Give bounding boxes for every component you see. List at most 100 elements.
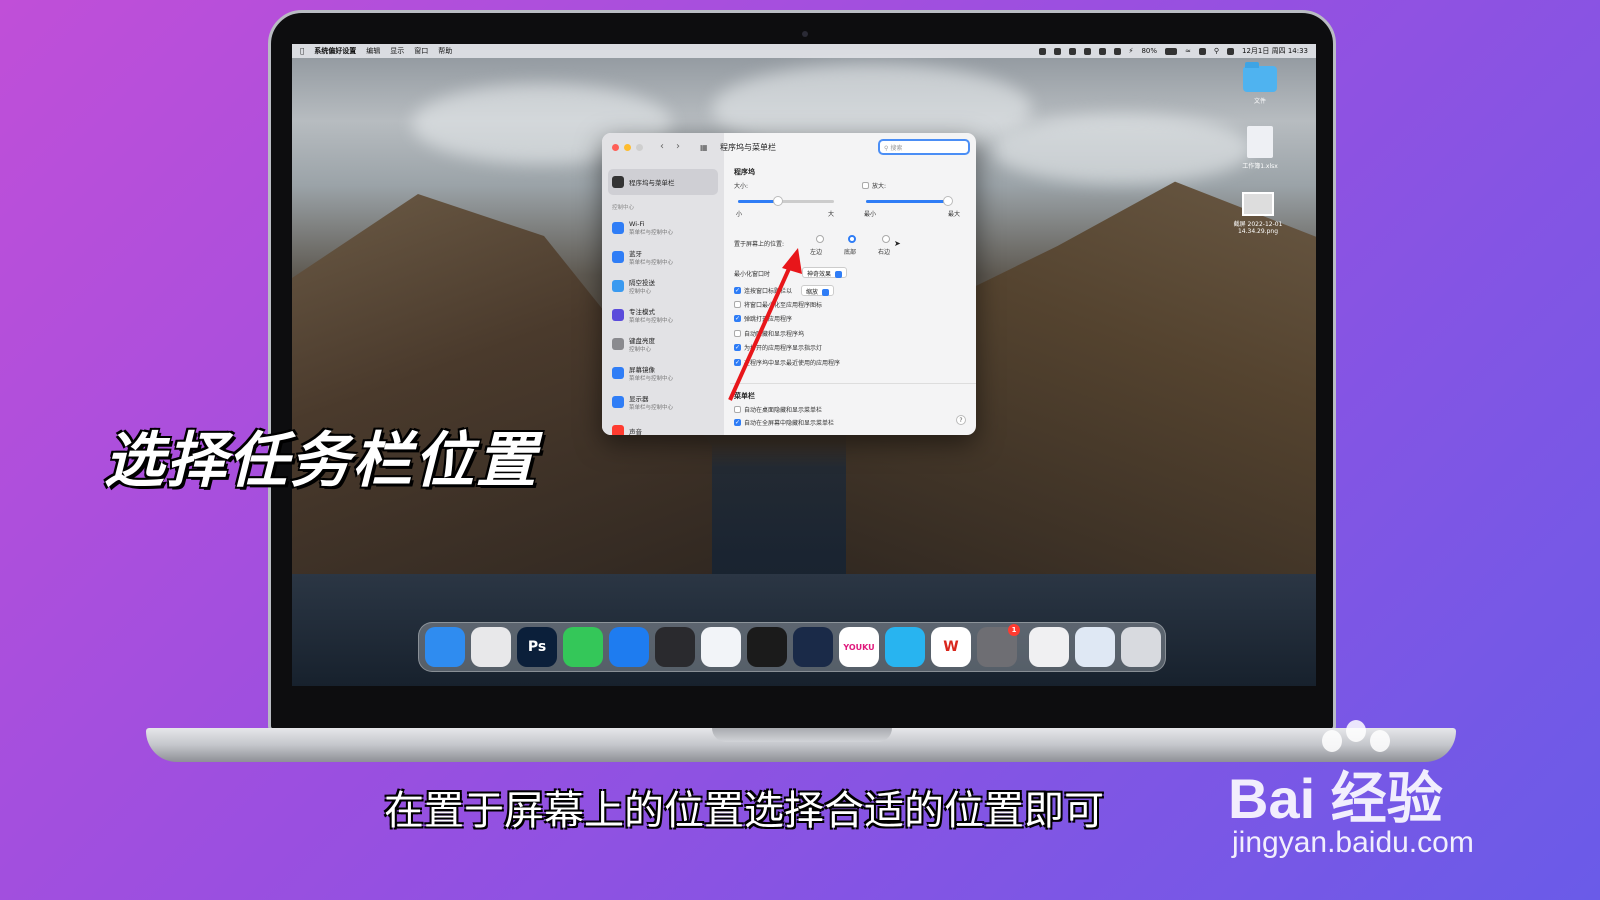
control-center-icon[interactable] [1227,47,1235,55]
desktop-folder[interactable]: 文件 [1240,62,1280,105]
safari-icon[interactable] [609,627,649,667]
dock-section-heading: 程序坞 [734,168,755,176]
dock-app-label: YOUKU [843,642,875,652]
status-icon[interactable] [1053,47,1061,55]
search-icon: ⚲ [884,145,889,152]
quicktime-icon[interactable] [655,627,695,667]
minimize-button[interactable] [624,144,631,151]
menu-window[interactable]: 窗口 [414,46,428,56]
camera [802,31,808,37]
position-right-label: 右边 [878,249,891,256]
sidebar-item[interactable]: 显示器 菜单栏与控制中心 [608,389,718,415]
wps-icon[interactable]: W [931,627,971,667]
dock-apps: Ps YOUKU W 1 [425,624,1020,667]
menu-datetime[interactable]: 12月1日 周四 14:33 [1242,46,1308,56]
desktop-xlsx-file[interactable]: 工作簿1.xlsx [1240,126,1280,170]
dock-app-label: Ps [527,639,547,655]
menu-bar:  系统偏好设置 编辑 显示 窗口 帮助 ⚡ 80% ≈ ⚲ 12月1日 周四 … [292,44,1316,58]
sidebar-item-icon [612,396,624,408]
menu-app-name[interactable]: 系统偏好设置 [314,46,356,56]
recent-document-icon[interactable] [1075,627,1115,667]
qq-icon[interactable] [747,627,787,667]
title-caption: 选择任务栏位置 [104,426,538,496]
desktop-icon-label: 工作簿1.xlsx [1242,163,1278,170]
recent-window-icon[interactable] [1029,627,1069,667]
checkbox[interactable] [734,406,741,413]
sidebar-item-label: 专注模式 [629,308,655,316]
sidebar-item[interactable]: 屏幕镜像 菜单栏与控制中心 [608,360,718,386]
sidebar-item[interactable]: 蓝牙 菜单栏与控制中心 [608,244,718,270]
show-all-grid-icon[interactable]: ▦ [700,143,708,152]
size-min-label: 小 [736,211,743,218]
checkbox[interactable]: ✓ [734,419,741,426]
magnify-label: 放大: [872,183,887,190]
finder-icon[interactable] [425,627,465,667]
menu-help[interactable]: 帮助 [438,46,452,56]
menubar-option-row[interactable]: ✓ 自动在全屏幕中隐藏和显示菜单栏 [734,418,834,427]
launchpad-icon[interactable] [471,627,511,667]
photoshop-icon[interactable]: Ps [517,627,557,667]
sidebar-item-sublabel: 菜单栏与控制中心 [629,230,674,236]
position-left-radio[interactable] [816,235,824,243]
sidebar-item[interactable]: Wi-Fi 菜单栏与控制中心 [608,215,718,241]
screenshot-file-icon [1242,192,1274,216]
zoom-button[interactable] [636,144,643,151]
status-icon[interactable] [1098,47,1106,55]
magnify-checkbox[interactable] [862,182,869,189]
magnify-max-label: 最大 [948,211,961,218]
sidebar-item[interactable]: 声音 [608,418,718,435]
status-icon[interactable] [1038,47,1046,55]
lightning-icon[interactable]: ⚡ [1129,47,1134,55]
feishu-icon[interactable] [701,627,741,667]
sidebar-item-icon [612,309,624,321]
sidebar-item-sublabel: 控制中心 [629,347,652,353]
sidebar-item-sublabel: 菜单栏与控制中心 [629,376,674,382]
battery-icon[interactable] [1165,47,1177,55]
status-icon[interactable] [1083,47,1091,55]
size-slider-fill [738,200,779,203]
search-icon[interactable]: ⚲ [1214,47,1219,55]
position-right-radio[interactable] [882,235,890,243]
subtitle-caption: 在置于屏幕上的位置选择合适的位置即可 [384,788,1104,834]
trash-icon[interactable] [1121,627,1161,667]
status-icon[interactable] [1113,47,1121,55]
sidebar-item-label: Wi-Fi [629,220,645,228]
magnify-slider[interactable] [866,196,953,206]
battery-percent[interactable]: 80% [1141,47,1157,55]
wifi-icon[interactable]: ≈ [1185,47,1191,55]
mac-screen:  系统偏好设置 编辑 显示 窗口 帮助 ⚡ 80% ≈ ⚲ 12月1日 周四 … [292,44,1316,686]
sidebar: 程序坞与菜单栏 控制中心 Wi-Fi 菜单栏与控制中心 蓝牙 菜单栏与控制中心 隔空投送… [602,133,724,435]
close-button[interactable] [612,144,619,151]
apple-menu-icon[interactable]:  [300,47,304,55]
sidebar-item[interactable]: 隔空投送 控制中心 [608,273,718,299]
desktop-screenshot-file[interactable]: 截屏 2022-12-01 14.34.29.png [1230,192,1286,235]
back-icon[interactable]: ‹ [660,141,664,152]
dock-app-label: W [943,639,959,655]
sidebar-item[interactable]: 专注模式 菜单栏与控制中心 [608,302,718,328]
status-icon[interactable] [1068,47,1076,55]
magnify-slider-knob[interactable] [942,196,953,206]
youku-icon[interactable]: YOUKU [839,627,879,667]
size-slider-knob[interactable] [773,196,784,206]
sidebar-item-dock-menubar[interactable]: 程序坞与菜单栏 [608,169,718,195]
video-player-icon[interactable] [793,627,833,667]
magnify-slider-fill [866,200,948,203]
status-icon[interactable] [1198,47,1206,55]
menu-view[interactable]: 显示 [390,46,404,56]
sidebar-item-label: 声音 [629,428,642,435]
help-button[interactable]: ? [956,415,966,425]
forward-icon[interactable]: › [676,141,680,152]
messages-icon[interactable] [563,627,603,667]
size-slider[interactable] [738,196,834,206]
crab-app-icon[interactable] [885,627,925,667]
system-preferences-icon[interactable]: 1 [977,624,1020,667]
sidebar-item[interactable]: 键盘亮度 控制中心 [608,331,718,357]
sidebar-section-label: 控制中心 [612,205,635,211]
sidebar-item-label: 程序坞与菜单栏 [629,179,675,187]
search-field[interactable]: ⚲ 搜索 [878,139,970,155]
position-bottom-radio[interactable] [848,235,856,243]
menubar-option-row[interactable]: 自动在桌面隐藏和显示菜单栏 [734,405,822,414]
menu-edit[interactable]: 编辑 [366,46,380,56]
red-arrow-annotation [728,248,802,401]
sidebar-item-label: 隔空投送 [629,279,655,287]
